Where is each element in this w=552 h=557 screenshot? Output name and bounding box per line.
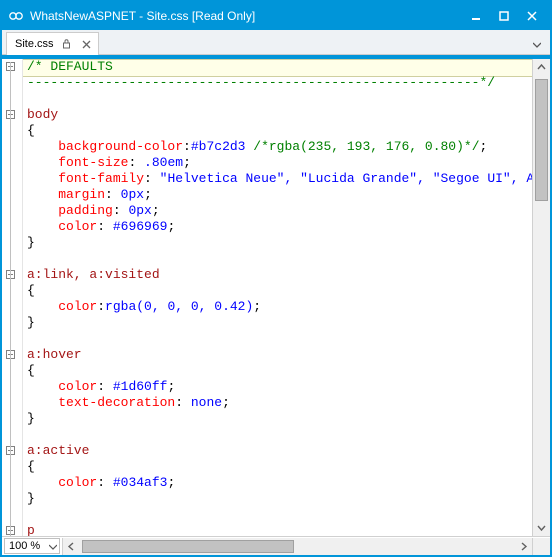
code-line[interactable] bbox=[27, 251, 532, 267]
code-line[interactable] bbox=[27, 331, 532, 347]
code-line[interactable]: body bbox=[27, 107, 532, 123]
horizontal-scroll-thumb[interactable] bbox=[82, 540, 294, 553]
app-icon bbox=[8, 8, 24, 24]
status-row: 100 % bbox=[2, 536, 550, 555]
vertical-scroll-thumb[interactable] bbox=[535, 79, 548, 201]
code-line[interactable]: { bbox=[27, 283, 532, 299]
editor[interactable]: /* DEFAULTS-----------------------------… bbox=[2, 59, 550, 536]
code-line[interactable]: { bbox=[27, 363, 532, 379]
window-controls bbox=[462, 6, 546, 26]
code-viewport[interactable]: /* DEFAULTS-----------------------------… bbox=[23, 59, 532, 536]
code-line[interactable]: } bbox=[27, 235, 532, 251]
code-line[interactable]: a:active bbox=[27, 443, 532, 459]
lock-icon bbox=[60, 37, 74, 51]
code-line[interactable]: p bbox=[27, 523, 532, 536]
close-button[interactable] bbox=[518, 6, 546, 26]
zoom-dropdown[interactable]: 100 % bbox=[4, 538, 60, 554]
tab-overflow-button[interactable] bbox=[528, 36, 546, 54]
outlining-margin bbox=[2, 59, 23, 536]
code-line[interactable]: /* DEFAULTS bbox=[27, 59, 532, 75]
fold-guide bbox=[10, 62, 11, 536]
scroll-corner bbox=[532, 538, 550, 555]
code-line[interactable]: color: #696969; bbox=[27, 219, 532, 235]
app-window: WhatsNewASPNET - Site.css [Read Only] Si… bbox=[0, 0, 552, 557]
code-line[interactable]: background-color:#b7c2d3 /*rgba(235, 193… bbox=[27, 139, 532, 155]
code-line[interactable]: } bbox=[27, 411, 532, 427]
code-line[interactable]: color: #1d60ff; bbox=[27, 379, 532, 395]
vertical-scrollbar[interactable] bbox=[532, 59, 550, 536]
code-line[interactable]: font-size: .80em; bbox=[27, 155, 532, 171]
code-line[interactable]: margin: 0px; bbox=[27, 187, 532, 203]
code-line[interactable]: text-decoration: none; bbox=[27, 395, 532, 411]
code-line[interactable] bbox=[27, 507, 532, 523]
code-text[interactable]: /* DEFAULTS-----------------------------… bbox=[23, 59, 532, 536]
zoom-value: 100 % bbox=[9, 540, 40, 552]
code-line[interactable]: ----------------------------------------… bbox=[27, 75, 532, 91]
code-line[interactable]: font-family: "Helvetica Neue", "Lucida G… bbox=[27, 171, 532, 187]
code-line[interactable] bbox=[27, 427, 532, 443]
window-title: WhatsNewASPNET - Site.css [Read Only] bbox=[30, 9, 462, 23]
code-line[interactable]: padding: 0px; bbox=[27, 203, 532, 219]
scroll-left-button[interactable] bbox=[63, 538, 80, 555]
code-line[interactable]: a:link, a:visited bbox=[27, 267, 532, 283]
titlebar: WhatsNewASPNET - Site.css [Read Only] bbox=[2, 2, 550, 30]
maximize-button[interactable] bbox=[490, 6, 518, 26]
code-line[interactable]: { bbox=[27, 459, 532, 475]
tab-label: Site.css bbox=[15, 38, 54, 50]
code-line[interactable]: } bbox=[27, 315, 532, 331]
tab-strip: Site.css bbox=[2, 30, 550, 55]
chevron-down-icon bbox=[49, 542, 57, 554]
minimize-button[interactable] bbox=[462, 6, 490, 26]
scroll-right-button[interactable] bbox=[515, 538, 532, 555]
tab-site-css[interactable]: Site.css bbox=[6, 32, 99, 55]
code-line[interactable] bbox=[27, 91, 532, 107]
tab-close-icon[interactable] bbox=[80, 37, 94, 51]
code-line[interactable]: color: #034af3; bbox=[27, 475, 532, 491]
scroll-down-button[interactable] bbox=[533, 519, 550, 536]
code-line[interactable]: a:hover bbox=[27, 347, 532, 363]
code-line[interactable]: { bbox=[27, 123, 532, 139]
horizontal-scrollbar[interactable] bbox=[62, 538, 532, 555]
code-line[interactable]: } bbox=[27, 491, 532, 507]
code-line[interactable]: color:rgba(0, 0, 0, 0.42); bbox=[27, 299, 532, 315]
scroll-up-button[interactable] bbox=[533, 59, 550, 76]
